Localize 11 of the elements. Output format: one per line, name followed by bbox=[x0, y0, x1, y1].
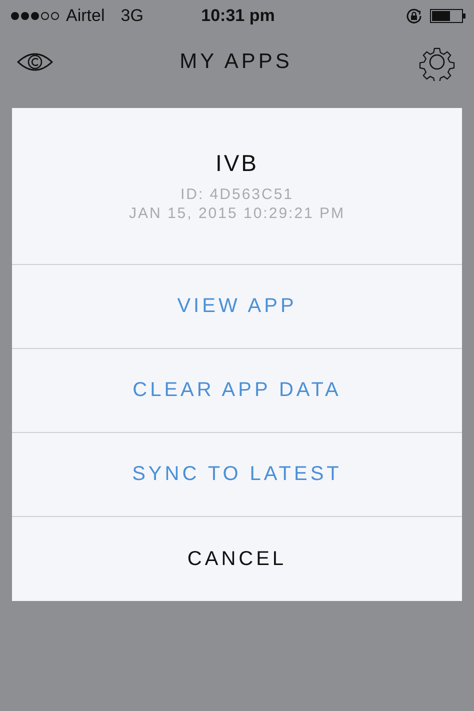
app-date: JAN 15, 2015 10:29:21 PM bbox=[128, 204, 346, 222]
battery-icon bbox=[430, 9, 466, 23]
signal-icon bbox=[10, 11, 60, 21]
rotation-lock-icon bbox=[406, 8, 422, 24]
app-id: ID: 4D563C51 bbox=[180, 184, 294, 204]
app-name: IVB bbox=[215, 150, 259, 176]
eye-icon[interactable] bbox=[16, 50, 54, 74]
screen-title: MY APPS bbox=[180, 50, 292, 74]
network-type: 3G bbox=[120, 6, 144, 26]
clock-time: 10:31 pm bbox=[201, 6, 275, 26]
carrier-name: Airtel bbox=[66, 6, 105, 26]
